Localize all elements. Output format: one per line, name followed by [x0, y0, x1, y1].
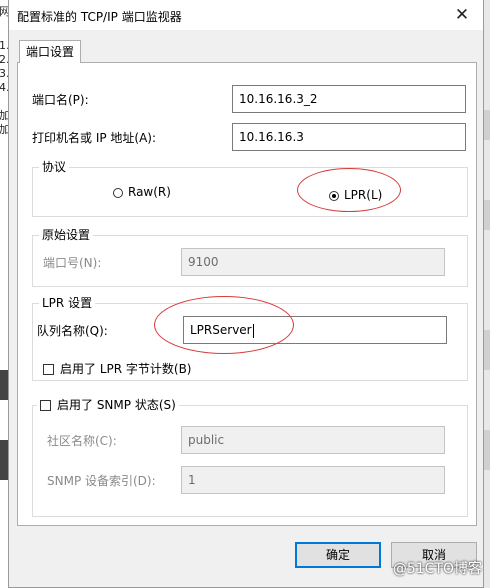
- background-right-strip: [484, 0, 490, 588]
- community-name-label: 社区名称(C):: [47, 434, 117, 448]
- background-dark-block: [0, 440, 8, 480]
- background-dark-block: [0, 370, 8, 400]
- raw-radio-label: Raw(R): [128, 185, 171, 199]
- close-icon: ✕: [454, 5, 470, 25]
- ok-button[interactable]: 确定: [295, 542, 381, 568]
- title-bar[interactable]: 配置标准的 TCP/IP 端口监视器 ✕: [9, 0, 483, 30]
- raw-settings-group-title: 原始设置: [39, 228, 94, 242]
- background-left-strip: 网 1. 2. 3. 4. 加 加: [0, 0, 10, 588]
- checkbox-unchecked-icon: [40, 400, 51, 411]
- snmp-group: 启用了 SNMP 状态(S) 社区名称(C): public SNMP 设备索引…: [32, 398, 468, 517]
- snmp-enable-label: 启用了 SNMP 状态(S): [57, 398, 176, 412]
- port-settings-panel: 端口名(P): 10.16.16.3_2 打印机名或 IP 地址(A): 10.…: [17, 62, 477, 526]
- raw-settings-group: 原始设置 端口号(N): 9100: [32, 228, 468, 287]
- printer-address-label: 打印机名或 IP 地址(A):: [32, 131, 157, 145]
- port-name-input[interactable]: 10.16.16.3_2: [232, 85, 466, 113]
- snmp-enable-checkbox[interactable]: 启用了 SNMP 状态(S): [37, 398, 179, 412]
- background-block: [484, 110, 490, 140]
- tab-port-settings[interactable]: 端口设置: [19, 40, 81, 63]
- raw-radio[interactable]: Raw(R): [113, 185, 171, 199]
- port-number-label: 端口号(N):: [43, 256, 102, 270]
- printer-address-input[interactable]: 10.16.16.3: [232, 123, 466, 151]
- lpr-byte-count-checkbox[interactable]: 启用了 LPR 字节计数(B): [43, 360, 192, 377]
- queue-name-value: LPRServer: [190, 323, 252, 337]
- lpr-radio[interactable]: LPR(L): [329, 188, 382, 202]
- lpr-settings-group: LPR 设置 队列名称(Q): LPRServer 启用了 LPR 字节计数(B…: [32, 296, 468, 381]
- queue-name-input[interactable]: LPRServer: [183, 316, 447, 344]
- radio-checked-icon: [329, 190, 339, 201]
- checkbox-unchecked-icon: [43, 364, 54, 375]
- protocol-group-title: 协议: [39, 160, 70, 174]
- background-block: [484, 330, 490, 370]
- background-block: [484, 430, 490, 470]
- port-name-label: 端口名(P):: [32, 93, 89, 107]
- port-number-input[interactable]: 9100: [181, 248, 445, 276]
- snmp-device-index-label: SNMP 设备索引(D):: [47, 474, 156, 488]
- port-monitor-dialog: 配置标准的 TCP/IP 端口监视器 ✕ 端口设置 端口名(P): 10.16.…: [8, 0, 484, 588]
- text-caret: [252, 323, 254, 338]
- lpr-radio-label: LPR(L): [344, 188, 383, 202]
- lpr-byte-count-label: 启用了 LPR 字节计数(B): [60, 362, 192, 376]
- radio-unchecked-icon: [113, 187, 123, 198]
- lpr-settings-group-title: LPR 设置: [39, 296, 96, 310]
- queue-name-label: 队列名称(Q):: [37, 324, 108, 338]
- close-button[interactable]: ✕: [445, 2, 479, 28]
- protocol-group: 协议 Raw(R) LPR(L): [32, 160, 468, 217]
- background-block: [484, 200, 490, 230]
- watermark: @51CTO博客: [392, 561, 482, 577]
- window-title: 配置标准的 TCP/IP 端口监视器: [17, 10, 182, 24]
- snmp-device-index-input[interactable]: 1: [181, 466, 445, 494]
- community-name-input[interactable]: public: [181, 426, 445, 454]
